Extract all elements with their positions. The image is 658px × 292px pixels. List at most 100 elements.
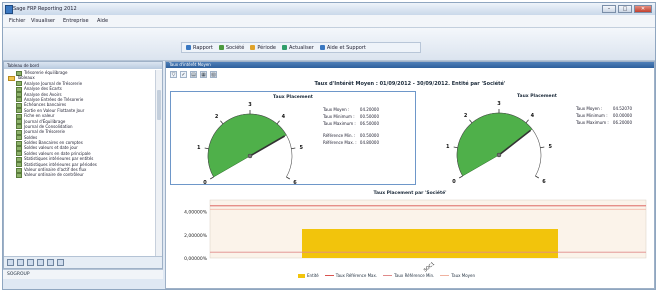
nav-icon-6[interactable] (57, 259, 64, 266)
legend-item: Taux Moyen (440, 273, 475, 278)
print-icon[interactable]: ▦ (200, 71, 207, 78)
menu-visualiser[interactable]: Visualiser (31, 18, 55, 24)
gauge-panel-2[interactable]: Taux Placement 0123456 Taux Moyen :04.52… (424, 91, 650, 185)
stat-value: 06.50000 (359, 121, 379, 127)
legend-label: Entité (307, 273, 319, 278)
nav-icon-3[interactable] (27, 259, 34, 266)
stat-label: Taux Moyen : (576, 106, 603, 111)
tree-item-label: Journal d'Équilibrage (24, 118, 66, 124)
gauge-tick-label: 1 (197, 145, 201, 151)
category-label: SOC1 (423, 261, 436, 274)
tree-item-label: Analyse Journal de Trésorerie (24, 80, 83, 86)
export-icon[interactable]: ▤ (190, 71, 197, 78)
gauge-tick (469, 119, 473, 124)
gauge-dial: 0 1 2 3 4 5 6 (446, 101, 552, 185)
legend-label: Taux Moyen (451, 273, 476, 278)
navigation-header: Tableau de bord (4, 62, 162, 69)
tree-item-label: Soldes (24, 134, 38, 140)
gauge-tick-label: 1 (446, 144, 450, 150)
navigation-pane: Tableau de bord Trésorerie équilibrage Ta… (3, 61, 163, 269)
filter-icon[interactable]: ▽ (170, 71, 177, 78)
stat-row: Taux Maximum :06.50000 (323, 120, 379, 127)
legend-item: Taux Référence Min. (383, 273, 434, 278)
y-tick-label: 0,00000% (184, 256, 208, 262)
scrollbar-thumb[interactable] (157, 90, 161, 120)
legend-swatch (440, 275, 450, 276)
gauge-stats: Taux Moyen : 04.20000 Taux Minimum : 00.500… (323, 106, 379, 146)
stat-label: Référence Max. : (323, 139, 357, 145)
tree-item-label: Analyse des Écarts (24, 86, 62, 92)
legend-swatch (324, 275, 334, 276)
tree-item-label: Échéances bancaires (24, 102, 67, 108)
report-icon (186, 45, 191, 50)
minimize-button[interactable]: – (602, 5, 616, 13)
nav-icon-4[interactable] (37, 259, 44, 266)
nav-icon-5[interactable] (47, 259, 54, 266)
stat-value: 00.50000 (359, 114, 379, 120)
period-icon (250, 45, 256, 50)
menu-bar: Fichier Visualiser Entreprise Aide (3, 15, 655, 28)
stat-label: Référence Min. : (323, 132, 356, 138)
report-icon (16, 172, 22, 178)
legend-swatch (383, 275, 393, 276)
tree-item-label: Soldes valeurs et date jour (24, 145, 78, 151)
help-button[interactable]: Aide et Support (319, 45, 366, 51)
status-bar: SOGROUP (3, 269, 163, 279)
stat-value: 04.52070 (612, 106, 632, 111)
gauge-tick (276, 120, 280, 125)
copy-icon[interactable]: ▧ (210, 71, 217, 78)
gauge-tick (453, 146, 458, 149)
tree-item-label: Analyse Entrées de Trésorerie (24, 96, 84, 102)
check-icon[interactable]: ✓ (180, 71, 187, 78)
tree-item-label: Trésorerie équilibrage (24, 70, 68, 75)
gauge-tick (525, 119, 529, 124)
gauge-tick (209, 176, 214, 180)
toolbar: Rapport Société Période Actualiser Aide … (3, 28, 655, 61)
company-button[interactable]: Société (218, 45, 244, 51)
stat-label: Taux Moyen : (323, 107, 350, 112)
window-title: Sage FRP Reporting 2012 (13, 6, 77, 12)
gauge-hub (496, 152, 502, 158)
navigation-footer (4, 256, 162, 268)
gauge-tick (286, 176, 291, 180)
gauge-tick-label: 4 (282, 114, 286, 120)
close-button[interactable]: ✕ (634, 5, 652, 13)
report-button[interactable]: Rapport (186, 45, 213, 51)
gauge-stats: Taux Moyen : 04.52070 Taux Minimum : 00.000… (576, 105, 632, 127)
y-tick-label: 2,00000% (184, 233, 208, 239)
menu-entreprise[interactable]: Entreprise (63, 18, 89, 24)
stat-label: Taux Maximum : (576, 120, 609, 126)
report-tree: Trésorerie équilibrage Tableaux Analyse Jo… (4, 70, 157, 258)
gauge-panel-1[interactable]: Taux Placement 0123456 Taux Moyen :04.20… (170, 91, 416, 186)
gauge-tick-label: 2 (215, 114, 219, 120)
stat-value: 00.00000 (612, 113, 632, 119)
tree-item[interactable]: Valeur ordinaire de contrôleur (4, 172, 157, 178)
stat-row: Référence Min. :00.50000 (323, 132, 379, 139)
tree-scrollbar[interactable] (155, 70, 162, 258)
stat-value: 06.20000 (612, 120, 632, 126)
tree-item-label: Analyse des Avoirs (24, 91, 62, 97)
legend-label: Taux Référence Min. (394, 273, 435, 278)
nav-icon-1[interactable] (7, 259, 14, 266)
bar-chart: Taux Placement par 'Société' 4,00000% 2,0… (170, 190, 650, 286)
gauge-tick-label: 0 (452, 179, 456, 185)
menu-aide[interactable]: Aide (97, 18, 108, 24)
nav-icon-2[interactable] (17, 259, 24, 266)
tree-item-label: Statistiques intérieures par entités (24, 156, 94, 162)
legend-swatch (298, 273, 305, 278)
stat-row: Taux Minimum : 00.00000 (576, 112, 632, 119)
gauge-fill (456, 112, 533, 177)
app-icon (5, 5, 13, 14)
stat-row: Taux Maximum :06.20000 (576, 119, 632, 126)
chart-legend: Entité Taux Référence Max. Taux Référence … (298, 273, 475, 278)
stat-value: 04.80000 (359, 139, 379, 145)
gauge-tick-label: 3 (497, 101, 501, 107)
menu-fichier[interactable]: Fichier (9, 18, 25, 24)
refresh-icon (282, 45, 288, 50)
stat-label: Taux Minimum : (323, 114, 355, 120)
status-company: SOGROUP (7, 272, 30, 277)
maximize-button[interactable]: □ (618, 5, 632, 13)
tree-item-label: Soldes valeurs en date principale (24, 150, 91, 156)
period-button[interactable]: Période (250, 45, 276, 51)
refresh-button[interactable]: Actualiser (282, 45, 314, 51)
